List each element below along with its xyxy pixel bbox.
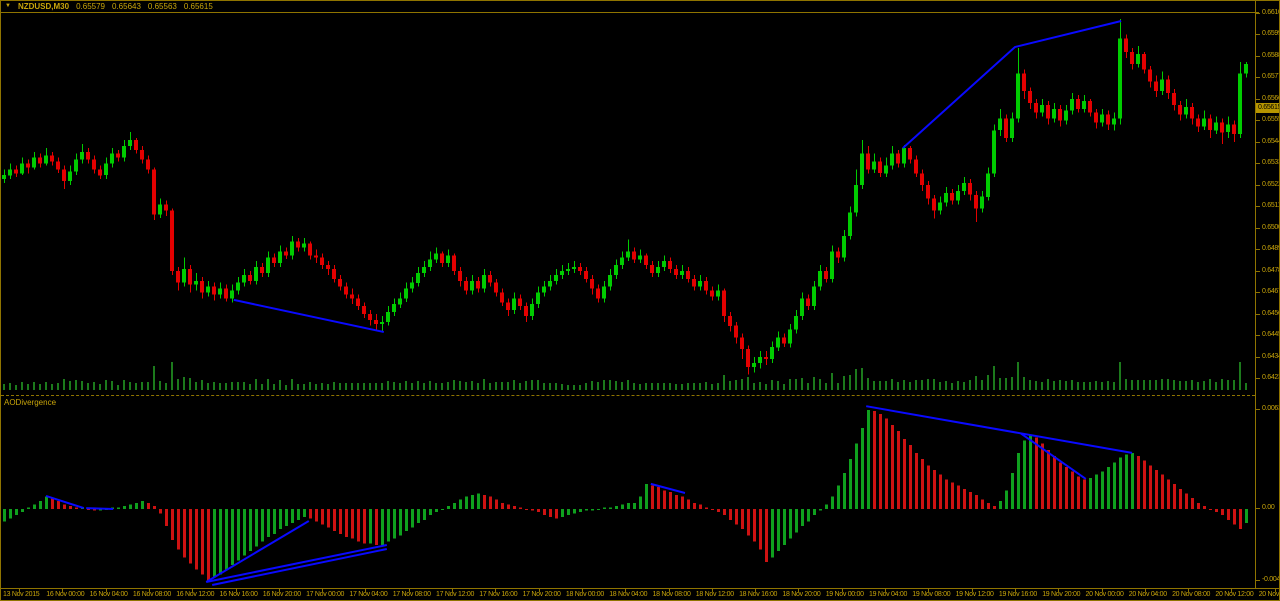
time-tick-label: 20 Nov 00:00 <box>1085 591 1124 598</box>
ohlc-low: 0.65563 <box>147 2 177 11</box>
time-tick-label: 20 Nov 04:00 <box>1128 591 1167 598</box>
trendline[interactable] <box>233 298 385 333</box>
price-axis-tick <box>1256 120 1260 122</box>
price-tick-label: 0.66100 <box>1262 9 1279 16</box>
price-axis-tick <box>1256 206 1260 208</box>
time-tick-label: 18 Nov 08:00 <box>652 591 691 598</box>
time-tick-label: 17 Nov 04:00 <box>349 591 388 598</box>
price-axis-tick <box>1256 141 1260 143</box>
indicator-axis-tick <box>1256 508 1260 509</box>
price-axis-tick <box>1256 378 1260 380</box>
time-tick-label: 13 Nov 2015 <box>3 591 40 598</box>
time-axis[interactable]: 13 Nov 2015 16 Nov 00:00 16 Nov 04:00 16 No… <box>1 588 1279 600</box>
time-tick-label: 19 Nov 00:00 <box>825 591 864 598</box>
chart-header: ▼ NZDUSD,M30 0.65579 0.65643 0.65563 0.6… <box>1 1 1259 13</box>
time-tick-label: 17 Nov 20:00 <box>522 591 561 598</box>
time-tick-label: 18 Nov 20:00 <box>782 591 821 598</box>
price-tick-label: 0.65990 <box>1262 30 1279 38</box>
price-tick-label: 0.65550 <box>1262 116 1279 124</box>
time-tick-label: 16 Nov 00:00 <box>46 591 85 598</box>
ao-histogram <box>3 410 1248 581</box>
time-tick-label: 17 Nov 08:00 <box>392 591 431 598</box>
time-tick-label: 20 Nov 08:00 <box>1172 591 1211 598</box>
indicator-axis-tick <box>1256 409 1260 411</box>
price-tick-label: 0.64230 <box>1262 374 1279 382</box>
price-tick-label: 0.65110 <box>1262 202 1279 210</box>
price-axis-tick <box>1256 55 1260 57</box>
price-tick-label: 0.65660 <box>1262 94 1279 102</box>
time-tick-label: 19 Nov 08:00 <box>912 591 951 598</box>
price-tick-label: 0.65220 <box>1262 180 1279 188</box>
price-axis-tick <box>1256 184 1260 186</box>
price-axis-tick <box>1256 34 1260 36</box>
price-axis-tick <box>1256 292 1260 294</box>
indicator-panel[interactable]: AODivergence <box>1 395 1255 588</box>
time-tick-label: 19 Nov 04:00 <box>869 591 908 598</box>
time-tick-label: 16 Nov 16:00 <box>219 591 258 598</box>
time-tick-label: 17 Nov 00:00 <box>306 591 345 598</box>
price-axis-tick <box>1256 98 1260 100</box>
time-tick-label: 18 Nov 16:00 <box>739 591 778 598</box>
price-axis[interactable]: 0.65615 0.66100 0.65990 0.65880 0.65770 0.65… <box>1255 1 1280 588</box>
price-tick-label: 0.64670 <box>1262 288 1279 296</box>
indicator-tick-label: 0.006356 <box>1262 405 1279 413</box>
price-tick-label: 0.65330 <box>1262 159 1279 167</box>
price-axis-tick <box>1256 270 1260 272</box>
price-chart-area[interactable] <box>1 13 1255 395</box>
volume-layer <box>3 362 1247 390</box>
current-price-marker: 0.65615 <box>1256 102 1280 113</box>
ohlc-open: 0.65579 <box>76 2 105 11</box>
time-tick-label: 19 Nov 16:00 <box>998 591 1037 598</box>
divergence-line[interactable] <box>866 405 1133 454</box>
price-axis-tick <box>1256 249 1260 251</box>
price-axis-tick <box>1256 163 1260 165</box>
time-tick-label: 16 Nov 20:00 <box>262 591 301 598</box>
time-tick-label: 16 Nov 04:00 <box>89 591 128 598</box>
symbol-period-label: NZDUSD,M30 <box>17 2 70 11</box>
time-tick-label: 16 Nov 12:00 <box>176 591 215 598</box>
ohlc-high: 0.65643 <box>112 2 141 11</box>
indicator-name-label: AODivergence <box>4 398 57 407</box>
price-axis-tick <box>1256 13 1260 14</box>
indicator-axis-tick <box>1256 579 1260 581</box>
price-axis-tick <box>1256 77 1260 79</box>
price-axis-tick <box>1256 313 1260 315</box>
price-axis-tick <box>1256 227 1260 229</box>
time-tick-label: 18 Nov 12:00 <box>695 591 734 598</box>
price-tick-label: 0.64340 <box>1262 352 1279 360</box>
time-tick-label: 18 Nov 00:00 <box>565 591 604 598</box>
time-tick-label: 19 Nov 20:00 <box>1042 591 1081 598</box>
price-tick-label: 0.65770 <box>1262 73 1279 81</box>
symbol-dropdown-icon[interactable]: ▼ <box>5 2 11 11</box>
time-tick-label: 20 Nov 16:00 <box>1258 591 1280 598</box>
price-axis-tick <box>1256 356 1260 358</box>
time-tick-label: 17 Nov 12:00 <box>436 591 475 598</box>
time-tick-label: 20 Nov 12:00 <box>1215 591 1254 598</box>
price-tick-label: 0.64450 <box>1262 331 1279 339</box>
indicator-tick-label: -0.004608 <box>1262 575 1280 583</box>
price-axis-tick <box>1256 335 1260 337</box>
time-tick-label: 17 Nov 16:00 <box>479 591 518 598</box>
ohlc-close: 0.65615 <box>183 2 213 11</box>
candles-layer <box>2 18 1248 375</box>
indicator-chart-area[interactable] <box>1 397 1255 589</box>
price-tick-label: 0.64560 <box>1262 309 1279 317</box>
price-tick-label: 0.65000 <box>1262 223 1279 231</box>
divergence-line[interactable] <box>650 482 686 494</box>
price-tick-label: 0.65440 <box>1262 137 1279 145</box>
time-tick-label: 16 Nov 08:00 <box>132 591 171 598</box>
indicator-tick-label: 0.00 <box>1262 504 1275 511</box>
app-window: ▼ NZDUSD,M30 0.65579 0.65643 0.65563 0.6… <box>0 0 1280 601</box>
price-tick-label: 0.65880 <box>1262 51 1279 59</box>
price-tick-label: 0.64780 <box>1262 266 1279 274</box>
time-tick-label: 18 Nov 04:00 <box>609 591 648 598</box>
time-tick-label: 19 Nov 12:00 <box>955 591 994 598</box>
divergence-line[interactable] <box>86 507 114 510</box>
price-tick-label: 0.64890 <box>1262 245 1279 253</box>
